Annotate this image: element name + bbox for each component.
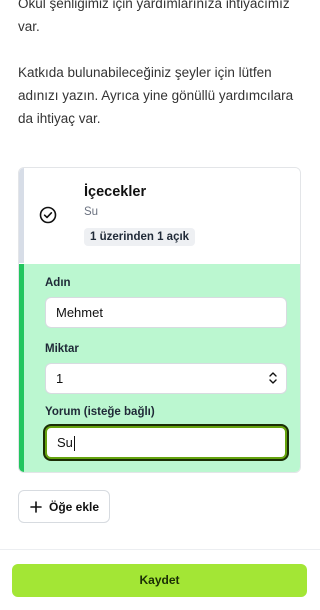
item-title: İçecekler [84,184,147,200]
text-caret [73,436,75,452]
signup-form: Adın Mehmet Miktar 1 Yorum (isteğe bağlı… [19,264,300,472]
add-item-label: Öğe ekle [49,500,100,514]
plus-icon [30,501,42,513]
form-accent-bar [19,264,24,472]
comment-label: Yorum (isteğe bağlı) [45,406,155,418]
item-subtitle: Su [84,206,99,218]
amount-label: Miktar [45,343,79,355]
comment-value: Su [57,435,73,450]
save-button[interactable]: Kaydet [12,564,307,597]
amount-stepper[interactable]: 1 [45,363,287,394]
comment-input[interactable]: Su [45,426,287,459]
footer-divider [0,549,320,550]
intro-paragraph-2: Katkıda bulunabileceğiniz şeyler için lü… [18,65,294,126]
name-label: Adın [45,277,71,289]
add-item-button[interactable]: Öğe ekle [18,490,110,523]
intro-text: Okul şenliğimiz için yardımlarınıza ihti… [18,0,308,153]
intro-paragraph-1: Okul şenliğimiz için yardımlarınıza ihti… [18,0,290,34]
name-input[interactable]: Mehmet [45,297,287,328]
check-circle-icon [39,206,57,224]
item-header-bar [19,168,24,263]
item-card: İçecekler Su 1 üzerinden 1 açık Adın Meh… [18,167,301,473]
availability-badge: 1 üzerinden 1 açık [84,228,196,246]
stepper-arrows-icon[interactable] [268,370,278,386]
amount-value: 1 [56,371,64,386]
item-header[interactable]: İçecekler Su 1 üzerinden 1 açık [19,168,300,263]
